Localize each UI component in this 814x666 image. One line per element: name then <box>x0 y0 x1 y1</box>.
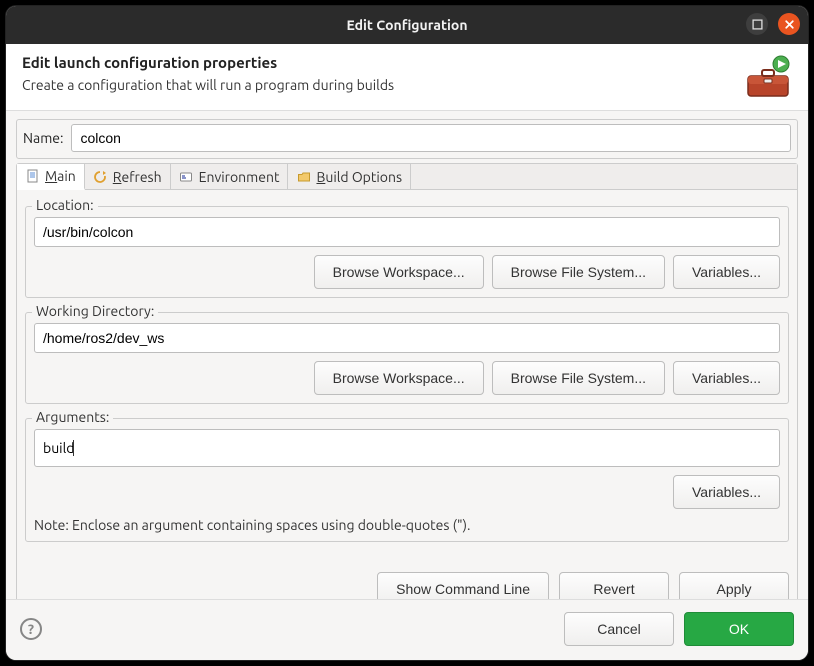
tabs-container: Main Refresh Environment <box>16 163 798 599</box>
tab-main-label: Main <box>45 168 76 184</box>
location-browse-filesystem-button[interactable]: Browse File System... <box>492 255 665 289</box>
cancel-button[interactable]: Cancel <box>564 612 674 646</box>
name-row: Name: <box>16 119 798 159</box>
tab-main-panel: Location: Browse Workspace... Browse Fil… <box>17 190 797 566</box>
dialog-footer: ? Cancel OK <box>6 599 808 660</box>
dialog-window: Edit Configuration Edit launch configura… <box>6 6 808 660</box>
header-description: Create a configuration that will run a p… <box>22 77 394 93</box>
show-command-line-button[interactable]: Show Command Line <box>377 572 549 599</box>
environment-icon <box>179 169 194 184</box>
titlebar: Edit Configuration <box>6 6 808 44</box>
location-browse-workspace-button[interactable]: Browse Workspace... <box>314 255 484 289</box>
tab-build-options[interactable]: Build Options <box>288 164 411 189</box>
dialog-content: Name: Main Refresh <box>6 111 808 599</box>
text-caret <box>73 440 74 456</box>
tab-environment-label: Environment <box>199 169 280 185</box>
arguments-group: Arguments: build Variables... Note: Encl… <box>25 418 789 542</box>
working-directory-label: Working Directory: <box>32 303 158 319</box>
tab-main[interactable]: Main <box>17 164 85 190</box>
location-variables-button[interactable]: Variables... <box>673 255 780 289</box>
ok-button[interactable]: OK <box>684 612 794 646</box>
workingdir-browse-filesystem-button[interactable]: Browse File System... <box>492 361 665 395</box>
tab-strip: Main Refresh Environment <box>17 164 797 190</box>
window-controls <box>746 13 800 35</box>
tab-refresh-label: Refresh <box>113 169 162 185</box>
tab-environment[interactable]: Environment <box>171 164 289 189</box>
revert-button[interactable]: Revert <box>559 572 669 599</box>
dialog-header: Edit launch configuration properties Cre… <box>6 44 808 111</box>
maximize-button[interactable] <box>746 13 768 35</box>
working-directory-input[interactable] <box>34 323 780 353</box>
folder-icon <box>296 169 311 184</box>
working-directory-group: Working Directory: Browse Workspace... B… <box>25 312 789 404</box>
location-group: Location: Browse Workspace... Browse Fil… <box>25 206 789 298</box>
document-icon <box>25 169 40 184</box>
arguments-input[interactable]: build <box>34 429 780 467</box>
tab-build-options-label: Build Options <box>316 169 402 185</box>
arguments-variables-button[interactable]: Variables... <box>673 475 780 509</box>
name-label: Name: <box>23 130 63 146</box>
workingdir-browse-workspace-button[interactable]: Browse Workspace... <box>314 361 484 395</box>
run-toolbox-icon <box>744 54 792 102</box>
location-input[interactable] <box>34 217 780 247</box>
workingdir-variables-button[interactable]: Variables... <box>673 361 780 395</box>
header-title: Edit launch configuration properties <box>22 54 394 71</box>
help-button[interactable]: ? <box>20 618 42 640</box>
window-title: Edit Configuration <box>346 17 467 33</box>
name-input[interactable] <box>71 124 791 152</box>
action-button-row: Show Command Line Revert Apply <box>17 566 797 599</box>
location-label: Location: <box>32 197 98 213</box>
arguments-label: Arguments: <box>32 409 113 425</box>
arguments-value-text: build <box>43 440 74 456</box>
apply-button[interactable]: Apply <box>679 572 789 599</box>
refresh-icon <box>93 169 108 184</box>
tab-refresh[interactable]: Refresh <box>85 164 171 189</box>
arguments-note: Note: Enclose an argument containing spa… <box>34 517 780 533</box>
close-button[interactable] <box>778 13 800 35</box>
